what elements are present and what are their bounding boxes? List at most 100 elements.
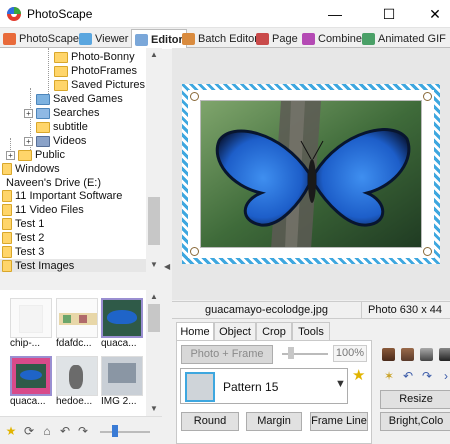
- left-toolbar: ★ ⟳ ⌂ ↶ ↷: [0, 416, 162, 444]
- tree-item-saved-games[interactable]: Saved Games: [36, 92, 123, 106]
- folder-icon: [2, 204, 12, 216]
- photo-canvas[interactable]: [172, 48, 450, 300]
- tree-item-drive-e[interactable]: Naveen's Drive (E:): [6, 176, 101, 190]
- resize-button[interactable]: Resize: [380, 390, 450, 409]
- thumbnail-item[interactable]: quaca...: [101, 298, 143, 350]
- videos-folder-icon: [36, 135, 50, 147]
- tree-item-test-3[interactable]: Test 3: [2, 245, 44, 259]
- photoscape-logo-icon: [7, 7, 21, 21]
- scroll-up-icon[interactable]: ▲: [146, 290, 162, 304]
- expand-icon[interactable]: +: [24, 108, 33, 118]
- tree-item-test-images[interactable]: Test Images: [0, 259, 146, 272]
- tree-item-windows[interactable]: Windows: [2, 162, 60, 176]
- grayscale-filter-icon[interactable]: [420, 348, 433, 361]
- thumbnail-item[interactable]: chip-...: [10, 298, 52, 350]
- tree-item-video-files[interactable]: 11 Video Files: [2, 203, 84, 217]
- editor-icon: [135, 33, 148, 46]
- photo-info: Photo 630 x 44: [368, 304, 443, 316]
- folder-icon: [2, 163, 12, 175]
- editor-tab-strip: Home Object Crop Tools: [176, 322, 376, 341]
- tab-object[interactable]: Object: [214, 322, 256, 341]
- rotate-right-icon[interactable]: ↷: [420, 369, 434, 383]
- frame-corner: [423, 247, 432, 256]
- expand-icon[interactable]: +: [6, 150, 15, 160]
- photo-frame-button[interactable]: Photo + Frame: [181, 345, 273, 364]
- tree-scroll-thumb[interactable]: [148, 197, 160, 245]
- tree-hscrollbar[interactable]: ◀: [0, 262, 170, 290]
- tree-item-test-1[interactable]: Test 1: [2, 217, 44, 231]
- folder-icon: [54, 65, 68, 77]
- file-name: guacamayo-ecolodge.jpg: [172, 302, 362, 319]
- frame-corner: [190, 92, 199, 101]
- thumbnail-size-slider[interactable]: [100, 431, 150, 433]
- expand-icon[interactable]: +: [24, 136, 33, 146]
- favorite-star-icon[interactable]: ★: [352, 366, 365, 384]
- folder-icon: [2, 232, 12, 244]
- tree-item-saved-pictures[interactable]: Saved Pictures: [54, 78, 145, 92]
- title-bar: PhotoScape — ☐ ✕: [0, 0, 450, 28]
- frame-corner: [423, 92, 432, 101]
- favorite-star-icon[interactable]: ★: [4, 424, 18, 438]
- thumbnail-scroll-thumb[interactable]: [148, 304, 160, 332]
- tree-item-public[interactable]: + Public: [6, 148, 65, 162]
- thumbnail-scrollbar[interactable]: ▲ ▼: [146, 290, 162, 416]
- tab-page[interactable]: Page: [256, 29, 298, 48]
- refresh-icon[interactable]: ⟳: [22, 424, 36, 438]
- thumbnail-image: [10, 298, 52, 338]
- tab-home[interactable]: Home: [176, 322, 214, 341]
- minimize-button[interactable]: —: [312, 0, 358, 28]
- tab-editor[interactable]: Editor: [131, 29, 187, 49]
- thumbnail-item[interactable]: fdafdc...: [56, 298, 98, 350]
- tree-item-subtitle[interactable]: subtitle: [36, 120, 88, 134]
- rotate-left-icon[interactable]: ↶: [58, 424, 72, 438]
- tree-scrollbar[interactable]: ▲ ▼: [146, 48, 162, 272]
- scroll-down-icon[interactable]: ▼: [146, 258, 162, 272]
- scroll-up-icon[interactable]: ▲: [146, 48, 162, 62]
- frame-pattern-select[interactable]: Pattern 15 ▼: [180, 368, 348, 404]
- collapse-panel-icon[interactable]: ◀: [164, 262, 172, 276]
- more-icon[interactable]: ›: [439, 369, 450, 383]
- thumbnail-image: [101, 356, 143, 396]
- rotate-right-icon[interactable]: ↷: [76, 424, 90, 438]
- grayscale-filter-icon[interactable]: [439, 348, 450, 361]
- frame-opacity-handle[interactable]: [288, 347, 294, 359]
- folder-open-icon[interactable]: ⌂: [40, 424, 54, 438]
- tab-crop[interactable]: Crop: [256, 322, 292, 341]
- main-tab-strip: PhotoScape Viewer Editor Batch Editor Pa…: [0, 28, 450, 49]
- sepia-filter-icon[interactable]: [382, 348, 395, 361]
- tab-tools[interactable]: Tools: [292, 322, 330, 341]
- tree-item-test-2[interactable]: Test 2: [2, 231, 44, 245]
- scroll-down-icon[interactable]: ▼: [146, 402, 162, 416]
- maximize-button[interactable]: ☐: [366, 0, 412, 28]
- round-button[interactable]: Round: [181, 412, 239, 431]
- tab-viewer[interactable]: Viewer: [79, 29, 128, 48]
- saved-games-icon: [36, 93, 50, 105]
- photo-frame: [182, 84, 440, 264]
- frame-inner: [188, 90, 434, 258]
- tree-item-videos[interactable]: + Videos: [24, 134, 86, 148]
- magic-wand-icon[interactable]: ✶: [382, 369, 396, 383]
- margin-button[interactable]: Margin: [246, 412, 302, 431]
- viewer-icon: [79, 32, 92, 45]
- close-button[interactable]: ✕: [412, 0, 450, 28]
- tab-batch-editor[interactable]: Batch Editor: [182, 29, 258, 48]
- thumbnail-item[interactable]: quaca...: [10, 356, 52, 408]
- tab-animated-gif[interactable]: Animated GIF: [362, 29, 446, 48]
- thumbnail-item[interactable]: hedoe...: [56, 356, 98, 408]
- thumbnail-size-handle[interactable]: [112, 425, 118, 437]
- tab-photoscape[interactable]: PhotoScape: [3, 29, 79, 48]
- frame-percent[interactable]: 100%: [333, 345, 367, 362]
- tree-item-photoframes[interactable]: PhotoFrames: [54, 64, 137, 78]
- folder-icon: [2, 260, 12, 272]
- frame-line-button[interactable]: Frame Line: [310, 412, 368, 431]
- tree-item-important-software[interactable]: 11 Important Software: [2, 189, 122, 203]
- sepia-filter-icon[interactable]: [401, 348, 414, 361]
- rotate-left-icon[interactable]: ↶: [401, 369, 415, 383]
- search-folder-icon: [36, 107, 50, 119]
- bright-color-button[interactable]: Bright,Colo: [380, 412, 450, 431]
- tree-item-photo-bonny[interactable]: Photo-Bonny: [54, 50, 135, 64]
- photoscape-tab-icon: [3, 32, 16, 45]
- tab-combine[interactable]: Combine: [302, 29, 362, 48]
- tree-item-searches[interactable]: + Searches: [24, 106, 99, 120]
- thumbnail-item[interactable]: IMG 2...: [101, 356, 143, 408]
